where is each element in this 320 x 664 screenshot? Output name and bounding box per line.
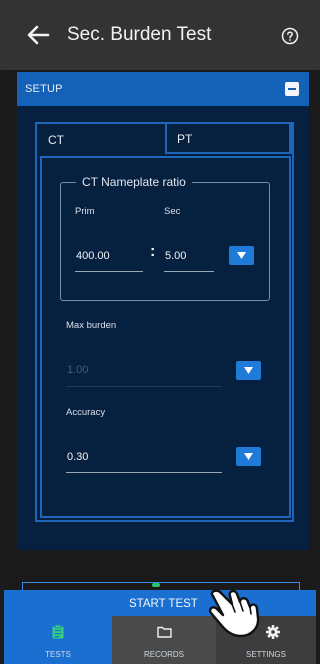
tab-records[interactable]: RECORDS xyxy=(112,616,216,664)
max-burden-underline xyxy=(66,386,222,387)
prim-label: Prim xyxy=(75,206,95,217)
arrow-left-icon[interactable] xyxy=(24,21,52,49)
minus-square-icon[interactable] xyxy=(285,82,299,96)
sec-label: Sec xyxy=(164,206,181,217)
sec-input-underline xyxy=(164,271,214,272)
bottom-tab-bar: TESTS RECORDS SETTINGS xyxy=(4,616,316,664)
accuracy-underline xyxy=(66,472,222,473)
setup-header[interactable]: SETUP xyxy=(17,72,309,106)
accuracy-dropdown-button[interactable] xyxy=(236,447,261,466)
caret-down-icon xyxy=(244,367,253,374)
tab-records-label: RECORDS xyxy=(143,650,184,659)
gear-icon xyxy=(266,625,280,639)
status-indicator xyxy=(152,583,160,587)
tab-tests[interactable]: TESTS xyxy=(4,616,112,664)
setup-header-label: SETUP xyxy=(25,83,63,95)
prim-input-underline xyxy=(75,271,143,272)
sec-input[interactable]: 5.00 xyxy=(165,250,186,262)
app-bar: Sec. Burden Test xyxy=(0,0,320,70)
start-test-label: START TEST xyxy=(129,598,198,610)
ct-nameplate-title: CT Nameplate ratio xyxy=(76,175,192,189)
help-circle-icon[interactable] xyxy=(281,27,299,45)
start-test-button[interactable]: START TEST xyxy=(4,590,316,616)
sec-dropdown-button[interactable] xyxy=(229,246,254,265)
page-title: Sec. Burden Test xyxy=(67,24,212,45)
tab-ct-label: CT xyxy=(48,133,64,147)
accuracy-label: Accuracy xyxy=(66,407,106,418)
ratio-separator: : xyxy=(150,243,156,260)
caret-down-icon xyxy=(244,453,253,460)
tab-ct[interactable]: CT xyxy=(37,124,165,154)
tab-pt[interactable]: PT xyxy=(165,124,292,154)
tab-pt-label: PT xyxy=(177,132,193,146)
folder-icon xyxy=(157,626,172,638)
max-burden-dropdown-button[interactable] xyxy=(236,361,261,380)
caret-down-icon xyxy=(237,252,246,259)
accuracy-input[interactable]: 0.30 xyxy=(67,451,88,463)
tab-tests-label: TESTS xyxy=(45,650,71,659)
tab-settings-label: SETTINGS xyxy=(245,650,286,659)
max-burden-input: 1.00 xyxy=(67,364,89,376)
tap-hand-icon xyxy=(208,589,260,638)
ct-nameplate-group xyxy=(60,182,270,301)
prim-input[interactable]: 400.00 xyxy=(76,250,110,262)
max-burden-label: Max burden xyxy=(66,320,117,331)
clipboard-icon xyxy=(52,625,64,639)
